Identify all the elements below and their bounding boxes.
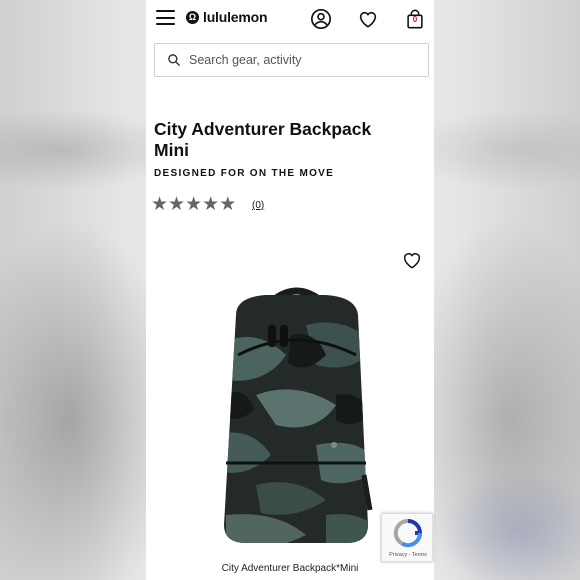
mobile-page: Ω lululemon 0 City Adventurer Backpack M…: [146, 0, 434, 580]
product-title: City Adventurer Backpack Mini: [154, 119, 372, 160]
shopping-bag-button[interactable]: 0: [404, 8, 426, 30]
star-icon: ★: [185, 194, 203, 215]
bag-count-badge: 0: [412, 15, 418, 24]
top-navigation-bar: Ω lululemon 0: [146, 0, 434, 36]
search-icon: [168, 54, 180, 66]
search-bar[interactable]: [154, 43, 429, 77]
add-to-wishlist-heart-icon[interactable]: [401, 249, 423, 271]
image-caption: City Adventurer Backpack*Mini: [221, 563, 359, 574]
logo-mark-icon: Ω: [186, 10, 199, 24]
wishlist-heart-icon[interactable]: [357, 8, 379, 30]
recaptcha-terms-text[interactable]: Privacy - Terms: [382, 552, 434, 558]
product-tagline: DESIGNED FOR ON THE MOVE: [154, 168, 335, 179]
rating-stars: ★ ★ ★ ★ ★: [151, 195, 236, 214]
star-icon: ★: [168, 194, 186, 215]
star-icon: ★: [151, 194, 169, 215]
recaptcha-badge[interactable]: Privacy - Terms: [381, 513, 433, 562]
hamburger-menu-icon[interactable]: [156, 10, 175, 25]
review-count-link[interactable]: (0): [252, 200, 264, 211]
product-image-backpack[interactable]: [196, 285, 396, 550]
star-icon: ★: [219, 194, 237, 215]
brand-logo[interactable]: Ω lululemon: [186, 9, 268, 25]
brand-name: lululemon: [203, 9, 268, 25]
star-icon: ★: [202, 194, 220, 215]
search-input[interactable]: [189, 53, 409, 67]
account-icon[interactable]: [310, 8, 332, 30]
recaptcha-icon: [393, 518, 423, 548]
